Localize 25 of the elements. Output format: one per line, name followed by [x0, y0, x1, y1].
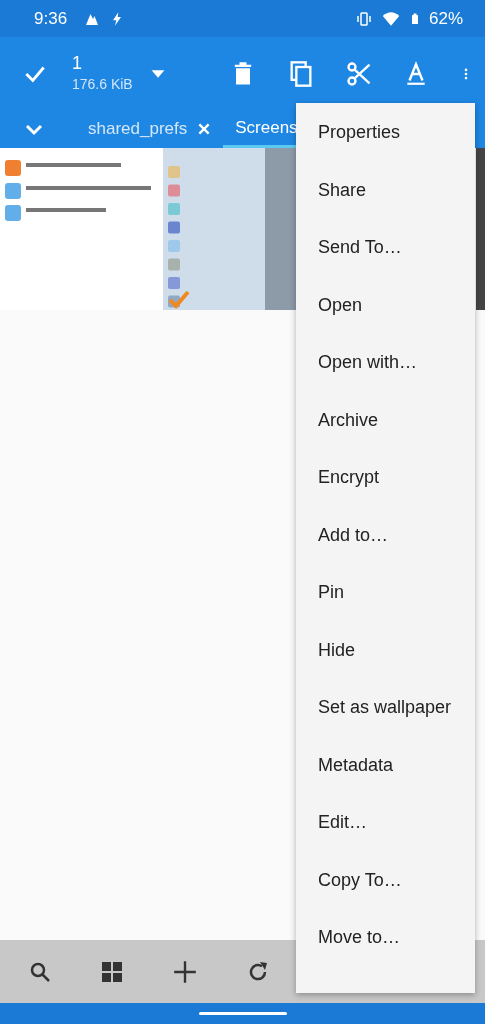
selection-size: 176.6 KiB: [72, 75, 133, 94]
menu-item[interactable]: Encrypt: [296, 449, 475, 507]
status-time: 9:36: [34, 7, 68, 30]
battery-level: 62%: [428, 7, 463, 30]
menu-item[interactable]: Edit…: [296, 794, 475, 852]
menu-item[interactable]: Hide: [296, 621, 475, 679]
home-handle[interactable]: [198, 1012, 287, 1015]
menu-item[interactable]: Copy To…: [296, 851, 475, 909]
menu-item[interactable]: Add to…: [296, 506, 475, 564]
menu-item[interactable]: Archive: [296, 391, 475, 449]
vibrate-icon: [354, 9, 373, 28]
menu-item[interactable]: Send To…: [296, 219, 475, 277]
menu-item[interactable]: Metadata: [296, 736, 475, 794]
scissors-icon[interactable]: [345, 59, 373, 88]
menu-item[interactable]: Share: [296, 161, 475, 219]
grid-icon[interactable]: [100, 959, 124, 984]
menu-item[interactable]: Open: [296, 276, 475, 334]
selection-count: 1: [72, 52, 83, 74]
menu-item[interactable]: Open with…: [296, 334, 475, 392]
menu-item[interactable]: Move to…: [296, 909, 475, 967]
wifi-icon: [380, 9, 401, 28]
plus-icon[interactable]: [172, 958, 198, 985]
menu-item[interactable]: Pin: [296, 564, 475, 622]
close-icon[interactable]: [197, 122, 212, 136]
menu-item[interactable]: Set as wallpaper: [296, 679, 475, 737]
